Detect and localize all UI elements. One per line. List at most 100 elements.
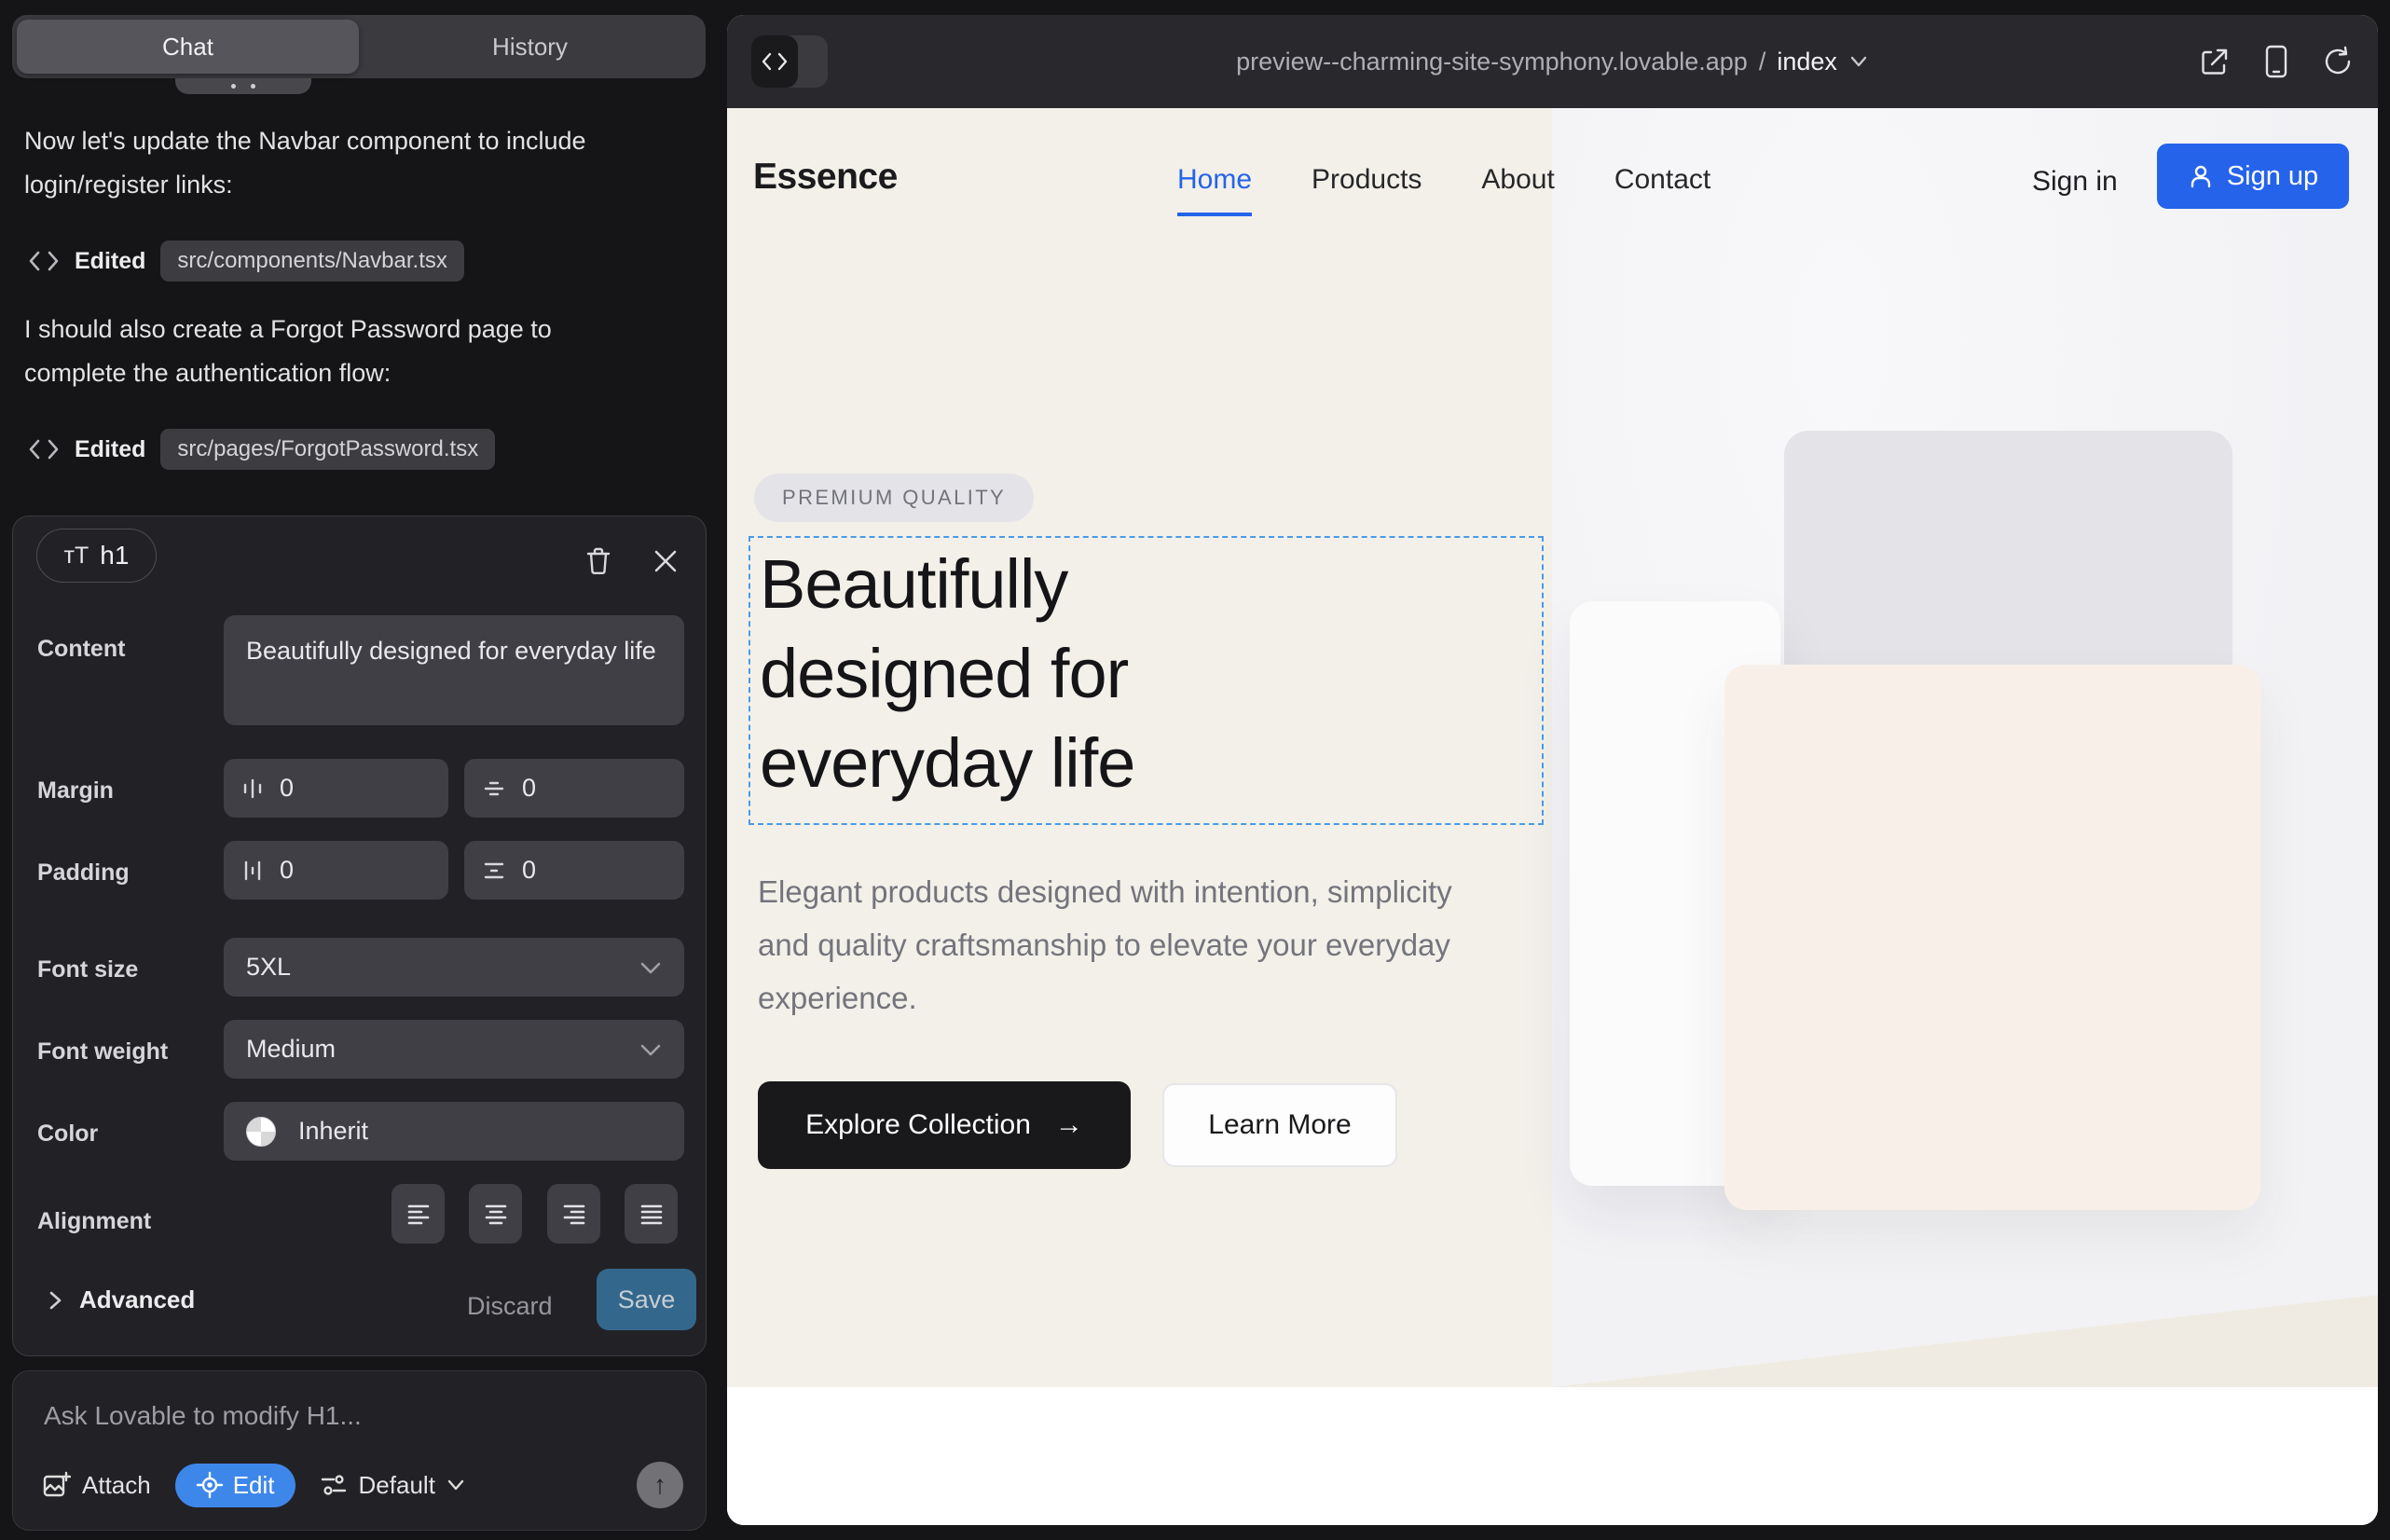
nav-link-home[interactable]: Home	[1177, 164, 1252, 216]
chrome-actions	[2199, 15, 2354, 108]
edited-label: Edited	[75, 436, 145, 463]
color-swatch	[246, 1117, 276, 1147]
selected-element-outline[interactable]: Beautifully designed for everyday life	[749, 536, 1544, 825]
chevron-down-icon[interactable]	[1848, 55, 1869, 68]
close-panel-button[interactable]	[645, 541, 686, 582]
sign-up-button[interactable]: Sign up	[2157, 144, 2349, 209]
code-icon	[751, 35, 798, 88]
assistant-message: I should also create a Forgot Password p…	[24, 308, 621, 395]
hero-paragraph: Elegant products designed with intention…	[758, 865, 1452, 1024]
chat-history-tabbar: Chat History	[12, 15, 706, 78]
site-viewport: Essence Home Products About Contact Sign…	[727, 108, 2378, 1525]
chevron-down-icon	[446, 1478, 465, 1492]
default-mode-button[interactable]: Default	[320, 1471, 465, 1500]
tab-history[interactable]: History	[359, 20, 701, 74]
url-separator: /	[1759, 48, 1766, 76]
nav-link-contact[interactable]: Contact	[1614, 164, 1710, 216]
section-below-hero	[727, 1387, 2378, 1525]
align-center-button[interactable]	[469, 1184, 522, 1244]
align-right-button[interactable]	[547, 1184, 600, 1244]
font-size-select[interactable]: 5XL	[224, 938, 684, 997]
prompt-input[interactable]	[44, 1401, 640, 1431]
padding-horizontal-icon	[242, 859, 263, 882]
user-icon	[2188, 163, 2214, 189]
scrolled-message-chip	[175, 78, 311, 94]
hero-heading[interactable]: Beautifully designed for everyday life	[760, 540, 1356, 808]
selected-element-chip: тT h1	[36, 529, 157, 583]
discard-button[interactable]: Discard	[467, 1292, 553, 1321]
site-nav: Home Products About Contact	[1177, 164, 1710, 216]
site-logo[interactable]: Essence	[753, 157, 898, 198]
chevron-down-icon	[639, 960, 662, 975]
edited-file-row: Edited src/pages/ForgotPassword.tsx	[28, 429, 495, 470]
tab-chat[interactable]: Chat	[17, 20, 359, 74]
color-select[interactable]: Inherit	[224, 1102, 684, 1161]
font-weight-select[interactable]: Medium	[224, 1020, 684, 1079]
margin-y-input[interactable]	[464, 759, 684, 818]
nav-link-products[interactable]: Products	[1312, 164, 1422, 216]
preview-pane: preview--charming-site-symphony.lovable.…	[724, 0, 2390, 1540]
padding-vertical-icon	[483, 860, 505, 881]
nav-link-about[interactable]: About	[1481, 164, 1554, 216]
attach-button[interactable]: Attach	[41, 1470, 151, 1500]
chat-sidebar: Chat History Now let's update the Navbar…	[0, 0, 724, 1540]
premium-quality-badge: PREMIUM QUALITY	[754, 474, 1034, 522]
composer-toolbar: Attach Edit Default ↑	[41, 1461, 683, 1509]
browser-window: preview--charming-site-symphony.lovable.…	[727, 15, 2378, 1525]
margin-horizontal-icon	[242, 777, 263, 800]
align-left-button[interactable]	[391, 1184, 445, 1244]
color-label: Color	[37, 1121, 98, 1148]
code-view-toggle[interactable]	[751, 35, 828, 88]
cream-wedge-shape	[1552, 1182, 2378, 1387]
save-button[interactable]: Save	[597, 1269, 696, 1330]
font-size-value: 5XL	[246, 953, 291, 982]
mobile-preview-icon[interactable]	[2264, 45, 2288, 78]
url-bar[interactable]: preview--charming-site-symphony.lovable.…	[727, 15, 2378, 108]
margin-x-input[interactable]	[224, 759, 448, 818]
type-icon: тT	[64, 543, 89, 570]
advanced-toggle[interactable]: Advanced	[48, 1286, 195, 1314]
url-host: preview--charming-site-symphony.lovable.…	[1236, 48, 1748, 76]
chevron-down-icon	[639, 1042, 662, 1057]
prompt-composer: Attach Edit Default ↑	[12, 1370, 707, 1531]
refresh-icon[interactable]	[2322, 46, 2354, 77]
file-chip[interactable]: src/components/Navbar.tsx	[160, 241, 463, 282]
code-icon	[28, 436, 60, 462]
explore-collection-button[interactable]: Explore Collection →	[758, 1081, 1131, 1169]
margin-vertical-icon	[483, 778, 505, 799]
assistant-message: Now let's update the Navbar component to…	[24, 119, 621, 207]
align-justify-button[interactable]	[625, 1184, 678, 1244]
padding-y-input[interactable]	[464, 841, 684, 900]
content-input[interactable]: Beautifully designed for everyday life	[224, 615, 684, 725]
element-tag: h1	[100, 541, 129, 571]
learn-more-button[interactable]: Learn More	[1162, 1083, 1397, 1167]
padding-label: Padding	[37, 859, 130, 887]
open-external-icon[interactable]	[2199, 46, 2231, 77]
chip-dot	[231, 84, 236, 89]
margin-label: Margin	[37, 777, 114, 804]
element-editor-panel: тT h1 Content Beautifully designed for e…	[12, 516, 707, 1356]
font-weight-label: Font weight	[37, 1038, 168, 1066]
code-icon	[28, 248, 60, 274]
sliders-icon	[320, 1471, 348, 1499]
file-chip[interactable]: src/pages/ForgotPassword.tsx	[160, 429, 495, 470]
font-size-label: Font size	[37, 956, 138, 983]
color-value: Inherit	[298, 1117, 368, 1146]
lovable-editor-screen: Chat History Now let's update the Navbar…	[0, 0, 2390, 1540]
edited-file-row: Edited src/components/Navbar.tsx	[28, 241, 464, 282]
edit-mode-button[interactable]: Edit	[175, 1464, 295, 1507]
arrow-right-icon: →	[1055, 1109, 1083, 1141]
attach-image-icon	[41, 1470, 71, 1500]
padding-x-input[interactable]	[224, 841, 448, 900]
sign-in-link[interactable]: Sign in	[2032, 166, 2118, 198]
browser-chrome: preview--charming-site-symphony.lovable.…	[727, 15, 2378, 108]
chip-dot	[251, 84, 255, 89]
target-icon	[196, 1471, 224, 1499]
font-weight-value: Medium	[246, 1035, 336, 1064]
delete-element-button[interactable]	[578, 541, 619, 582]
content-label: Content	[37, 636, 125, 663]
decor-card-cream	[1724, 665, 2260, 1210]
chevron-right-icon	[48, 1289, 62, 1312]
send-button[interactable]: ↑	[637, 1462, 683, 1508]
edited-label: Edited	[75, 248, 145, 275]
